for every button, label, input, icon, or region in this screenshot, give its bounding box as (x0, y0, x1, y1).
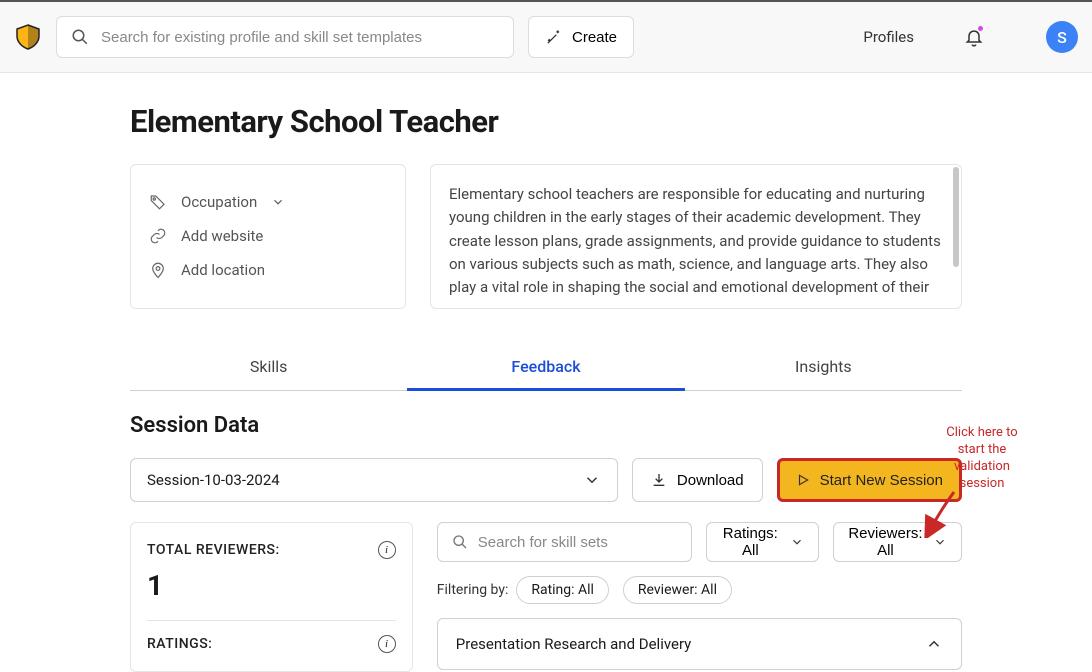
callout-text: Click here to start the validation sessi… (932, 425, 1032, 493)
user-avatar[interactable]: S (1046, 21, 1078, 53)
chevron-up-icon (925, 635, 943, 653)
top-bar: Create Profiles S (0, 0, 1092, 73)
ratings-filter-button[interactable]: Ratings: All (706, 522, 819, 562)
skill-search[interactable] (437, 522, 692, 562)
download-icon (651, 472, 667, 488)
stats-card: TOTAL REVIEWERS: i 1 RATINGS: i (130, 522, 413, 672)
description-text: Elementary school teachers are responsib… (449, 185, 941, 296)
filter-chip-reviewer[interactable]: Reviewer: All (623, 576, 732, 604)
play-icon (796, 473, 810, 487)
create-button[interactable]: Create (528, 16, 634, 58)
chevron-down-icon (790, 535, 804, 549)
ratings-label: RATINGS: (147, 636, 212, 652)
search-icon (71, 28, 89, 46)
app-logo (14, 23, 42, 51)
magic-wand-icon (545, 29, 562, 46)
tag-icon (149, 193, 167, 211)
total-reviewers-value: 1 (147, 569, 396, 602)
session-select-value: Session-10-03-2024 (147, 471, 280, 489)
reviewers-filter-label: Reviewers: All (848, 525, 923, 559)
filter-chip-rating[interactable]: Rating: All (516, 576, 609, 604)
description-scrollbar[interactable] (953, 167, 959, 267)
global-search[interactable] (56, 16, 514, 58)
chevron-down-icon (583, 471, 601, 489)
skill-search-input[interactable] (478, 534, 677, 551)
add-website-button[interactable]: Add website (149, 219, 387, 253)
description-card: Elementary school teachers are responsib… (430, 164, 962, 309)
download-label: Download (677, 472, 744, 489)
add-location-label: Add location (181, 261, 265, 279)
skill-item-label: Presentation Research and Delivery (456, 635, 692, 653)
global-search-input[interactable] (101, 29, 499, 46)
pin-icon (149, 261, 167, 279)
link-icon (149, 227, 167, 245)
add-location-button[interactable]: Add location (149, 253, 387, 287)
tab-bar: Skills Feedback Insights (130, 345, 962, 391)
ratings-filter-label: Ratings: All (721, 525, 780, 559)
start-new-session-label: Start New Session (820, 472, 943, 489)
session-data-heading: Session Data (130, 413, 962, 438)
meta-card: Occupation Add website Add location (130, 164, 406, 309)
occupation-field[interactable]: Occupation (149, 185, 387, 219)
callout-arrow-icon (922, 488, 962, 538)
session-select[interactable]: Session-10-03-2024 (130, 458, 618, 502)
nav-profiles[interactable]: Profiles (863, 28, 914, 46)
filtering-by-label: Filtering by: (437, 582, 509, 598)
tab-skills[interactable]: Skills (130, 345, 407, 390)
add-website-label: Add website (181, 227, 263, 245)
info-icon[interactable]: i (378, 635, 396, 653)
notifications-button[interactable] (964, 27, 984, 47)
skill-accordion-item[interactable]: Presentation Research and Delivery (437, 618, 962, 670)
search-icon (452, 534, 468, 550)
filter-chips-row: Filtering by: Rating: All Reviewer: All (437, 576, 962, 604)
tab-feedback[interactable]: Feedback (407, 345, 684, 391)
create-button-label: Create (572, 29, 617, 46)
tab-insights[interactable]: Insights (685, 345, 962, 390)
page-title: Elementary School Teacher (130, 103, 962, 140)
occupation-label: Occupation (181, 193, 257, 211)
info-icon[interactable]: i (378, 541, 396, 559)
chevron-down-icon (271, 195, 285, 209)
download-button[interactable]: Download (632, 458, 763, 502)
total-reviewers-label: TOTAL REVIEWERS: (147, 542, 280, 558)
